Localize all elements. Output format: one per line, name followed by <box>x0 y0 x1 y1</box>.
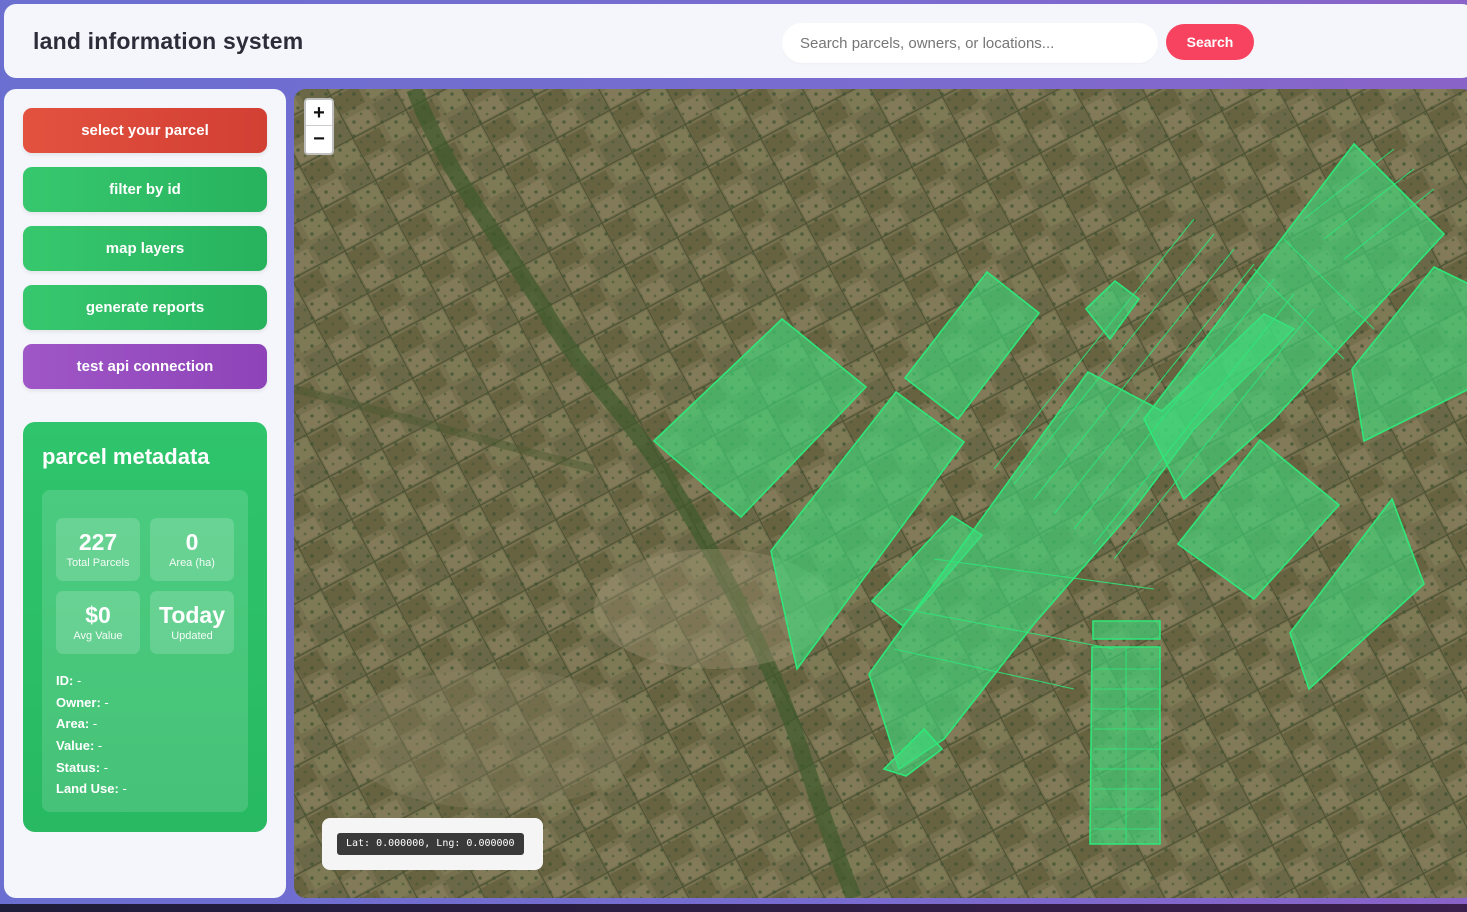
stat-label: Area (ha) <box>169 557 215 569</box>
metadata-panel: 227 Total Parcels 0 Area (ha) $0 Avg Val… <box>42 490 248 812</box>
field-owner: Owner: - <box>56 692 127 714</box>
search-input[interactable] <box>782 23 1158 63</box>
field-value: - <box>76 673 82 688</box>
stat-value: Today <box>158 602 226 628</box>
field-id: ID: - <box>56 670 127 692</box>
stat-label: Updated <box>171 630 213 642</box>
coordinate-readout: Lat: 0.000000, Lng: 0.000000 <box>337 833 524 855</box>
coordinate-display: Lat: 0.000000, Lng: 0.000000 <box>322 818 543 870</box>
satellite-imagery <box>294 89 1467 898</box>
parcel-polygon[interactable] <box>1092 620 1161 640</box>
stat-value: 227 <box>78 529 118 555</box>
stat-label: Avg Value <box>73 630 123 642</box>
filter-by-id-button[interactable]: filter by id <box>23 167 267 212</box>
select-parcel-button[interactable]: select your parcel <box>23 108 267 153</box>
search-button[interactable]: Search <box>1166 24 1254 60</box>
test-api-connection-button[interactable]: test api connection <box>23 344 267 389</box>
stat-value: 0 <box>185 529 199 555</box>
field-label: Owner: <box>56 694 101 710</box>
zoom-control: + − <box>304 98 334 155</box>
field-status: Status: - <box>56 757 127 779</box>
zoom-out-button[interactable]: − <box>306 126 332 152</box>
field-value: - <box>103 759 109 775</box>
field-label: Value: <box>56 738 95 754</box>
map-view[interactable]: + − Lat: 0.000000, Lng: 0.000000 <box>294 89 1467 898</box>
stat-avg-value: $0 Avg Value <box>56 591 140 654</box>
field-value: - <box>97 738 103 754</box>
bottom-strip <box>0 904 1467 912</box>
metadata-title: parcel metadata <box>42 444 210 469</box>
stat-total-parcels: 227 Total Parcels <box>56 518 140 581</box>
sidebar: select your parcel filter by id map laye… <box>4 89 286 898</box>
field-value: - <box>122 781 127 797</box>
field-label: ID: <box>56 673 74 688</box>
field-area: Area: - <box>56 713 127 735</box>
app-header: land information system Search <box>4 4 1467 78</box>
field-label: Status: <box>56 759 101 775</box>
field-label: Land Use: <box>56 781 119 797</box>
generate-reports-button[interactable]: generate reports <box>23 285 267 330</box>
stat-value: $0 <box>85 602 111 628</box>
app-title: land information system <box>33 28 304 54</box>
field-value: - <box>104 694 109 710</box>
field-land-use: Land Use: - <box>56 778 127 800</box>
field-value: - <box>92 716 98 732</box>
stat-label: Total Parcels <box>66 557 130 569</box>
field-label: Area: <box>56 716 90 732</box>
parcel-fields: ID: - Owner: - Area: - Value: - Status: … <box>56 670 127 800</box>
field-value-row: Value: - <box>56 735 127 757</box>
stat-updated: Today Updated <box>150 591 234 654</box>
parcel-polygon[interactable] <box>1089 646 1161 845</box>
zoom-in-button[interactable]: + <box>306 100 332 126</box>
map-layers-button[interactable]: map layers <box>23 226 267 271</box>
parcel-metadata-card: parcel metadata 227 Total Parcels 0 Area… <box>23 422 267 832</box>
stat-area: 0 Area (ha) <box>150 518 234 581</box>
